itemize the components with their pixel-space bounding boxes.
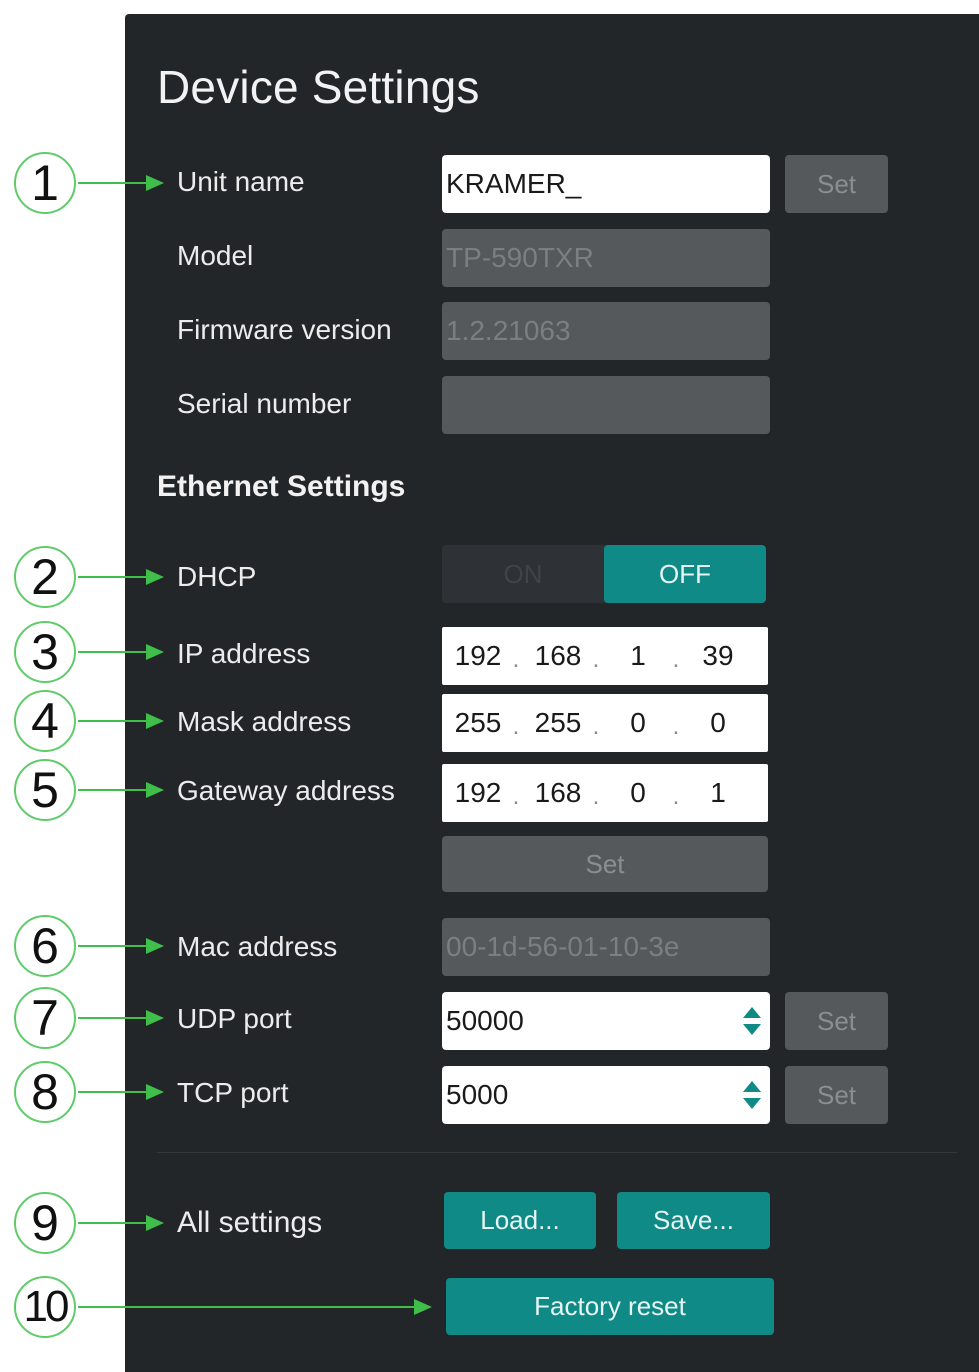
callout-1: 1 xyxy=(14,152,76,214)
callout-7: 7 xyxy=(14,987,76,1049)
callout-10: 10 xyxy=(14,1276,76,1338)
callout-5: 5 xyxy=(14,759,76,821)
callout-4: 4 xyxy=(14,690,76,752)
callout-3: 3 xyxy=(14,621,76,683)
callout-6: 6 xyxy=(14,915,76,977)
callout-arrows xyxy=(78,175,432,1315)
callout-2: 2 xyxy=(14,546,76,608)
callout-8: 8 xyxy=(14,1061,76,1123)
callout-9: 9 xyxy=(14,1192,76,1254)
